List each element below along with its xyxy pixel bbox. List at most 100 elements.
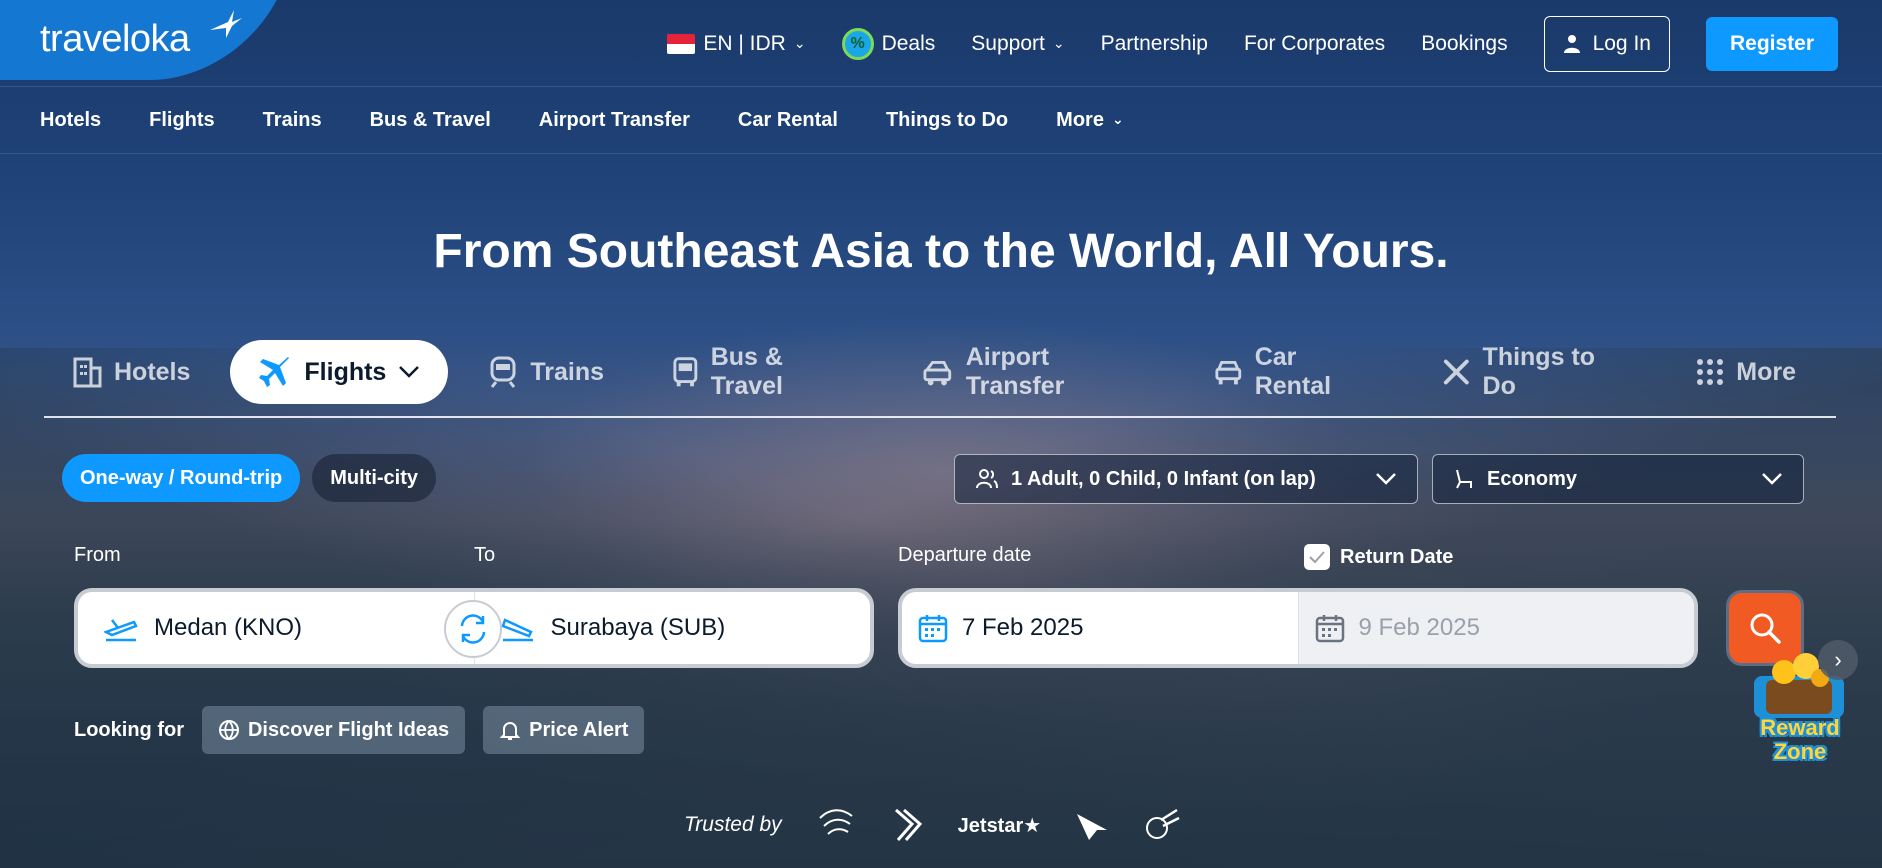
hero-headline: From Southeast Asia to the World, All Yo… (433, 225, 1449, 278)
trip-type-multi-city[interactable]: Multi-city (312, 454, 436, 502)
from-label: From (74, 544, 121, 566)
calendar-icon (1315, 615, 1344, 643)
chevron-right-icon: › (1834, 647, 1842, 672)
return-date-checkbox[interactable] (1304, 544, 1330, 570)
corporates-label: For Corporates (1243, 32, 1386, 55)
nav-label: Bus & Travel (369, 108, 491, 131)
price-alert-label: Price Alert (529, 718, 629, 741)
support-label: Support (971, 32, 1045, 55)
tab-trains[interactable]: Trains (460, 340, 632, 404)
qatar-airways-logo-icon (1146, 808, 1180, 839)
logo[interactable]: traveloka (40, 18, 190, 61)
calendar-icon (918, 615, 948, 643)
chevron-down-icon: ⌄ (793, 34, 806, 51)
nav-item-flights[interactable]: Flights (149, 109, 215, 132)
swap-arrows-icon (460, 614, 486, 644)
tab-car-rental[interactable]: Car Rental (1186, 340, 1402, 404)
bookings-link[interactable]: Bookings (1421, 32, 1507, 56)
tab-label: Airport Transfer (965, 343, 1065, 400)
seat-icon (1456, 469, 1472, 489)
trip-type-one-way-round-trip[interactable]: One-way / Round-trip (62, 454, 301, 502)
seat-class-dropdown[interactable]: Economy (1432, 454, 1804, 504)
chevron-down-icon (1762, 473, 1782, 485)
seat-class-value: Economy (1487, 467, 1578, 490)
tab-airport-transfer[interactable]: Airport Transfer (895, 340, 1174, 404)
nav-item-bus-travel[interactable]: Bus & Travel (370, 109, 491, 132)
search-icon (1750, 613, 1781, 644)
chevron-down-icon: ⌄ (1052, 34, 1065, 51)
support-menu[interactable]: Support ⌄ (971, 32, 1064, 56)
bus-icon (673, 357, 698, 387)
tab-label: Hotels (114, 357, 191, 386)
language-currency-selector[interactable]: EN | IDR ⌄ (667, 32, 806, 56)
departure-date-field[interactable]: 7 Feb 2025 (902, 592, 1298, 664)
from-field[interactable]: Medan (KNO) (78, 592, 474, 664)
to-field[interactable]: Surabaya (SUB) (475, 592, 871, 664)
trusted-by-label: Trusted by (684, 813, 782, 836)
checkmark-icon (1309, 551, 1325, 563)
to-value: Surabaya (SUB) (550, 614, 726, 641)
register-button[interactable]: Register (1705, 17, 1838, 71)
bell-icon (499, 722, 521, 740)
chevron-down-icon: ⌄ (1111, 110, 1124, 127)
route-input-group: Medan (KNO) Surabaya (SUB) (74, 588, 874, 668)
reward-line-1: Reward (1760, 715, 1840, 740)
language-currency-label: EN | IDR (703, 32, 786, 55)
nav-label: Trains (262, 108, 322, 131)
reward-expand-button[interactable]: › (1818, 640, 1858, 680)
logo-text: traveloka (40, 18, 190, 60)
nav-item-things-to-do[interactable]: Things to Do (886, 109, 1008, 132)
nav-item-more[interactable]: More ⌄ (1056, 109, 1124, 132)
chevron-down-icon (1376, 473, 1396, 485)
main-nav: Hotels Flights Trains Bus & Travel Airpo… (0, 86, 1882, 154)
train-icon (490, 356, 516, 388)
swap-route-button[interactable] (444, 600, 502, 658)
nav-label: Airport Transfer (538, 108, 690, 131)
price-alert-button[interactable]: Price Alert (483, 706, 645, 754)
return-date-label: Return Date (1340, 545, 1454, 568)
tab-flights[interactable]: Flights (230, 340, 449, 404)
nav-item-hotels[interactable]: Hotels (40, 109, 101, 132)
tab-things-to-do[interactable]: Things to Do (1414, 340, 1656, 404)
bookings-label: Bookings (1421, 32, 1508, 55)
return-date-toggle[interactable]: Return Date (1304, 544, 1453, 570)
airplane-icon (259, 357, 290, 387)
reward-zone-label: Reward Zone (1752, 716, 1848, 764)
hotel-building-icon (73, 357, 102, 388)
jetstar-logo: Jetstar★ (957, 814, 1042, 837)
login-button[interactable]: Log In (1543, 16, 1670, 72)
looking-for-label: Looking for (74, 718, 184, 741)
nav-label: Flights (149, 108, 215, 131)
tab-more[interactable]: More (1668, 340, 1824, 404)
passengers-value: 1 Adult, 0 Child, 0 Infant (on lap) (1011, 467, 1316, 490)
jetstar-text: Jetstar (957, 814, 1024, 837)
user-icon (1563, 35, 1580, 53)
indonesia-flag-icon (667, 34, 696, 54)
return-date-value: 9 Feb 2025 (1358, 614, 1480, 641)
tab-hotels[interactable]: Hotels (44, 340, 218, 404)
arrival-plane-icon (500, 618, 533, 642)
deals-link[interactable]: % Deals (841, 28, 935, 60)
trip-type-selector: One-way / Round-trip Multi-city (62, 454, 436, 502)
partnership-link[interactable]: Partnership (1101, 32, 1208, 56)
nav-label: Car Rental (737, 108, 838, 131)
passengers-dropdown[interactable]: 1 Adult, 0 Child, 0 Infant (on lap) (954, 454, 1418, 504)
nav-item-car-rental[interactable]: Car Rental (738, 109, 838, 132)
return-date-field[interactable]: 9 Feb 2025 (1297, 592, 1694, 664)
nav-label: Hotels (40, 108, 102, 131)
partnership-label: Partnership (1100, 32, 1208, 55)
tab-label: More (1736, 357, 1796, 386)
discover-flight-ideas-button[interactable]: Discover Flight Ideas (201, 706, 466, 754)
pill-label: Multi-city (330, 466, 418, 489)
register-label: Register (1729, 32, 1814, 55)
tab-label: Flights (304, 357, 387, 386)
corporates-link[interactable]: For Corporates (1244, 32, 1385, 56)
tab-label: Bus & Travel (710, 343, 783, 400)
nav-item-trains[interactable]: Trains (263, 109, 322, 132)
deals-percent-icon: % (841, 28, 874, 60)
grid-dots-icon (1697, 359, 1724, 385)
nav-item-airport-transfer[interactable]: Airport Transfer (539, 109, 690, 132)
tab-bus-travel[interactable]: Bus & Travel (644, 340, 883, 404)
things-to-do-icon (1443, 359, 1469, 385)
bird-icon (210, 10, 242, 38)
